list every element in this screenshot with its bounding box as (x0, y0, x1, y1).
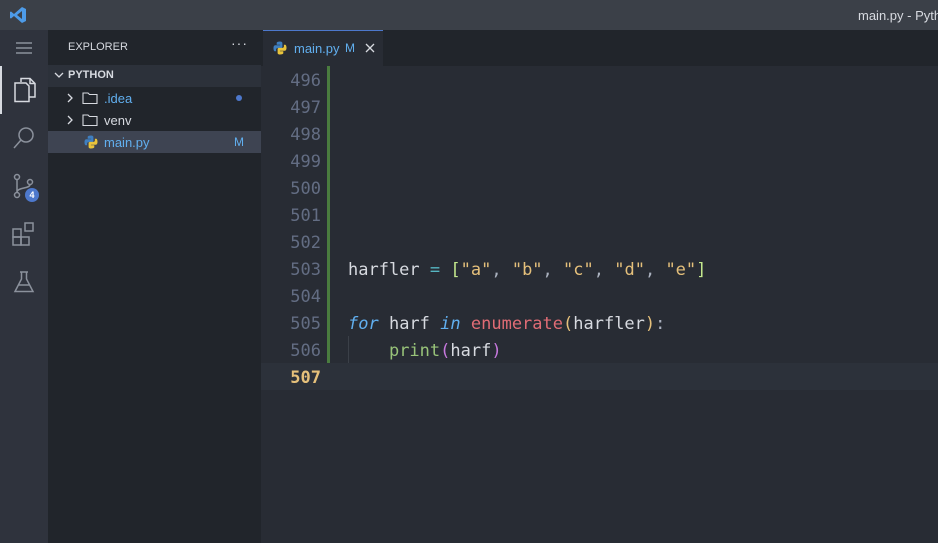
code-line: 500 (261, 174, 938, 201)
code-line: 502 (261, 228, 938, 255)
line-number: 503 (290, 260, 321, 280)
modified-badge: M (234, 135, 244, 149)
tab-label: main.py (294, 41, 340, 56)
line-number: 500 (290, 179, 321, 199)
tree-item-label: .idea (104, 91, 133, 106)
code-line: 499 (261, 147, 938, 174)
search-icon (13, 127, 34, 149)
code-text: print(harf) (388, 341, 502, 361)
tree-item-main-py[interactable]: main.py M (48, 131, 261, 153)
flask-icon (13, 271, 35, 293)
more-actions-button[interactable]: ··· (231, 35, 248, 51)
code-text: harfler = ["a", "b", "c", "d", "e"] (348, 260, 707, 280)
modified-dot (236, 95, 242, 101)
folder-icon (82, 92, 98, 105)
code-line: 501 (261, 201, 938, 228)
python-file-icon (84, 135, 98, 149)
files-icon (14, 77, 36, 103)
sidebar-header: EXPLORER (68, 41, 128, 53)
tree-item-venv[interactable]: venv (48, 109, 261, 131)
line-number: 507 (290, 368, 321, 388)
chevron-right-icon (67, 115, 73, 125)
line-number: 504 (290, 287, 321, 307)
window-title: main.py - Pytho (858, 8, 938, 23)
testing-button[interactable] (0, 258, 48, 306)
line-number: 496 (290, 71, 321, 91)
code-line: 498 (261, 120, 938, 147)
line-number: 502 (290, 233, 321, 253)
source-control-badge: 4 (25, 188, 39, 202)
tree-item-label: venv (104, 113, 132, 128)
extensions-icon (12, 222, 34, 246)
tree-item-label: main.py (104, 135, 150, 150)
folder-icon (82, 114, 98, 127)
search-button[interactable] (0, 114, 48, 162)
tree-item-idea[interactable]: .idea (48, 87, 261, 109)
workspace-name: PYTHON (68, 69, 114, 81)
line-number: 499 (290, 152, 321, 172)
menu-button[interactable] (0, 30, 48, 66)
code-line: 506 print(harf) (261, 336, 938, 363)
explorer-sidebar: EXPLORER ··· PYTHON .idea venv main.py M (48, 30, 261, 543)
tab-main-py[interactable]: main.py M (263, 30, 383, 66)
line-number: 505 (290, 314, 321, 334)
extensions-button[interactable] (0, 210, 48, 258)
vscode-logo-icon (10, 7, 26, 23)
code-line: 503 harfler = ["a", "b", "c", "d", "e"] (261, 255, 938, 282)
chevron-right-icon (67, 93, 73, 103)
workspace-section-header[interactable]: PYTHON (48, 65, 261, 87)
code-line: 496 (261, 66, 938, 93)
hamburger-menu-icon (16, 42, 32, 54)
source-control-button[interactable]: 4 (0, 162, 48, 210)
editor-tab-bar: main.py M (261, 30, 938, 66)
code-line: 505 for harf in enumerate(harfler): (261, 309, 938, 336)
code-editor[interactable]: 496 497 498 499 500 501 502 503 harfler … (261, 66, 938, 543)
line-number: 501 (290, 206, 321, 226)
line-number: 498 (290, 125, 321, 145)
tab-modified-badge: M (345, 41, 355, 55)
code-line: 504 (261, 282, 938, 309)
activity-bar: 4 (0, 30, 48, 543)
title-bar: main.py - Pytho (0, 0, 938, 30)
explorer-button[interactable] (0, 66, 48, 114)
line-number: 506 (290, 341, 321, 361)
current-line: 507 (261, 363, 938, 390)
line-number: 497 (290, 98, 321, 118)
close-icon[interactable] (364, 42, 376, 54)
code-text: for harf in enumerate(harfler): (348, 314, 666, 334)
chevron-down-icon (54, 72, 64, 78)
python-file-icon (273, 41, 287, 55)
code-line: 497 (261, 93, 938, 120)
